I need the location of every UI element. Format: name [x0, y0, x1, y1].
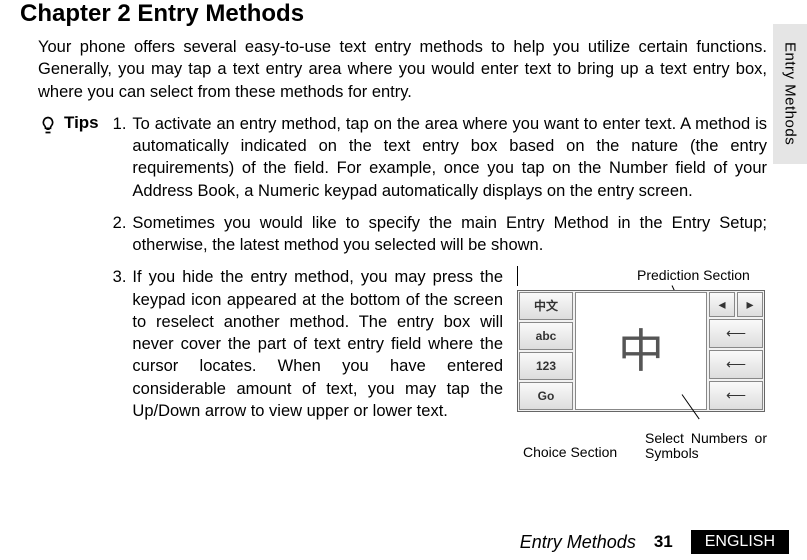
entry-method-figure: Prediction Section 中文 abc 123 Go 中	[517, 266, 767, 461]
tip-number: 2.	[113, 212, 127, 257]
arrow-left-icon: ◂	[709, 292, 735, 317]
mode-button-123: 123	[519, 352, 573, 380]
intro-paragraph: Your phone offers several easy-to-use te…	[38, 36, 767, 103]
mode-button-abc: abc	[519, 322, 573, 350]
tip-text: Sometimes you would like to specify the …	[132, 212, 767, 257]
keypad-diagram: 中文 abc 123 Go 中 ◂ ▸ ⟵	[517, 290, 765, 412]
backspace-icon: ⟵	[709, 381, 763, 410]
side-tab: Entry Methods	[773, 24, 807, 164]
figure-label-prediction: Prediction Section	[637, 266, 750, 285]
footer-title: Entry Methods	[520, 532, 636, 553]
chapter-title: Chapter 2 Entry Methods	[20, 0, 767, 28]
tips-list: 1. To activate an entry method, tap on t…	[113, 113, 767, 472]
mode-button-cjk: 中文	[519, 292, 573, 320]
tip-number: 3.	[113, 266, 127, 461]
lightbulb-icon	[38, 115, 58, 135]
tips-block: Tips 1. To activate an entry method, tap…	[38, 113, 767, 472]
backspace-icon: ⟵	[709, 319, 763, 348]
mode-button-go: Go	[519, 382, 573, 410]
footer-page-number: 31	[654, 532, 673, 552]
tip-text: To activate an entry method, tap on the …	[132, 113, 767, 202]
tip-item: 1. To activate an entry method, tap on t…	[113, 113, 767, 202]
tip-number: 1.	[113, 113, 127, 202]
backspace-icon: ⟵	[709, 350, 763, 379]
page-footer: Entry Methods 31 ENGLISH	[0, 530, 807, 554]
tip-item: 2. Sometimes you would like to specify t…	[113, 212, 767, 257]
arrow-right-icon: ▸	[737, 292, 763, 317]
prediction-area: 中	[575, 292, 707, 410]
figure-label-select: Select Numbers or Symbols	[645, 431, 767, 462]
tip-item: 3. If you hide the entry method, you may…	[113, 266, 767, 461]
figure-label-choice: Choice Section	[523, 443, 617, 462]
tip-text: If you hide the entry method, you may pr…	[132, 266, 503, 422]
footer-language-badge: ENGLISH	[691, 530, 789, 554]
tips-label: Tips	[64, 113, 99, 133]
